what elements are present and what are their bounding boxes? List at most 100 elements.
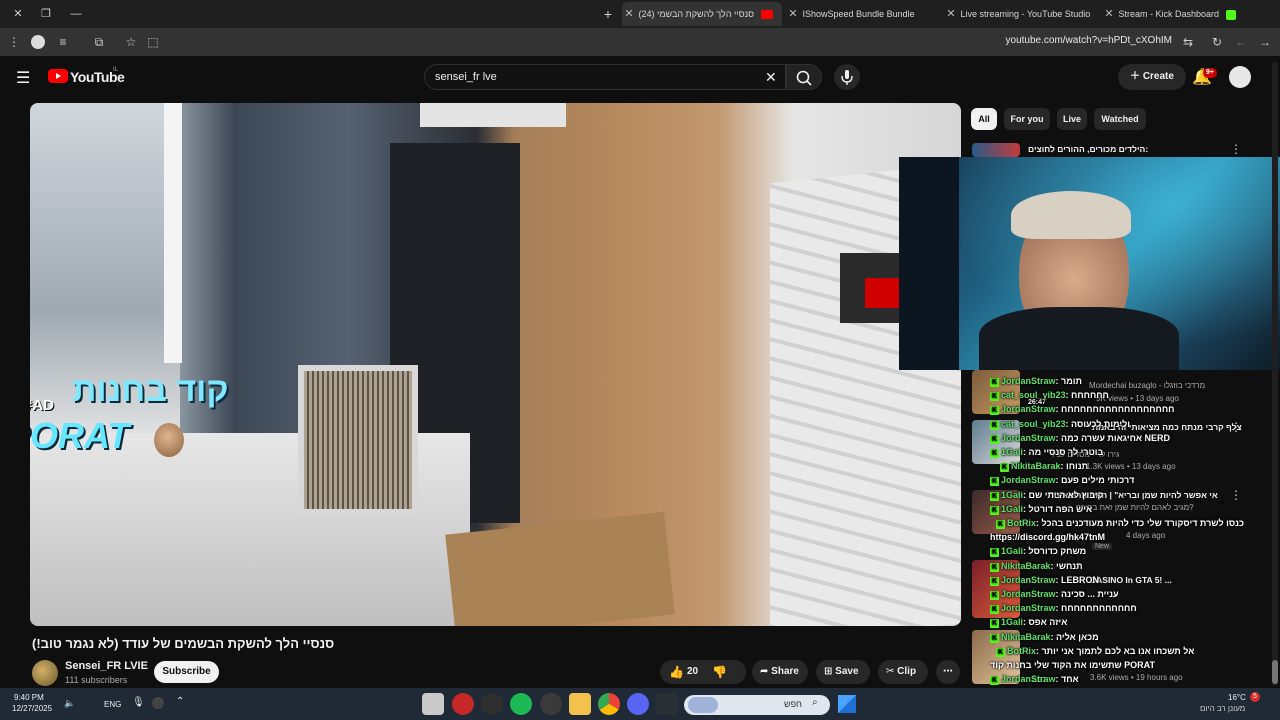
rec-title[interactable]: הילדים מכורים, ההורים לחוצים: bbox=[1028, 144, 1148, 154]
rec-thumbnail[interactable] bbox=[972, 143, 1020, 157]
create-button[interactable]: ＋ Create bbox=[1118, 64, 1186, 90]
tray-status-icon[interactable] bbox=[152, 697, 164, 709]
kick-badge-icon: K bbox=[990, 562, 999, 572]
extensions-icon[interactable]: ⧉ bbox=[91, 34, 107, 50]
close-tab-icon[interactable]: ✕ bbox=[944, 2, 958, 26]
address-bar: ⋮ ≡ ⧉ ☆ ⬚ youtube.com/watch?v=hPDt_cXOhI… bbox=[0, 28, 1280, 56]
promo-code-text: PORAT bbox=[30, 415, 130, 456]
chat-message: K JordanStraw: דרכותי מילים פעם bbox=[990, 475, 1135, 487]
reading-list-icon[interactable]: ≡ bbox=[55, 34, 71, 50]
voice-search-button[interactable] bbox=[834, 64, 860, 90]
search-icon bbox=[796, 70, 812, 86]
video-scene-cardboard bbox=[445, 511, 675, 626]
chip-for-you[interactable]: For you bbox=[1004, 108, 1050, 130]
chat-username: 1Gali bbox=[1001, 489, 1024, 500]
notification-count-badge[interactable]: 5 bbox=[1250, 692, 1260, 702]
chip-watched[interactable]: Watched bbox=[1094, 108, 1146, 130]
forward-icon[interactable]: → bbox=[1257, 34, 1273, 50]
close-tab-icon[interactable]: ✕ bbox=[786, 2, 800, 26]
steam-icon[interactable] bbox=[540, 693, 562, 715]
save-label: Save bbox=[835, 666, 859, 677]
rec-title[interactable]: CASINO In GTA 5! ... bbox=[1090, 575, 1172, 585]
spotify-icon[interactable] bbox=[510, 693, 532, 715]
chat-message: K BotRix: כנסו לשרת דיסקורד שלי כדי להיות… bbox=[996, 518, 1244, 529]
app-window-icon[interactable] bbox=[656, 693, 678, 715]
notification-badge: 9+ bbox=[1203, 68, 1217, 78]
search-input[interactable]: sensei_fr lve ✕ bbox=[424, 64, 786, 90]
windows-start-icon[interactable] bbox=[838, 695, 856, 713]
like-icon[interactable]: 👍 bbox=[669, 660, 684, 684]
dislike-icon[interactable]: 👎 bbox=[712, 660, 727, 684]
weather-temp[interactable]: 16°C bbox=[1228, 693, 1246, 702]
youtube-logo-icon[interactable] bbox=[48, 69, 68, 83]
app-red-icon[interactable] bbox=[452, 693, 474, 715]
screenshot-icon[interactable]: ⬚ bbox=[145, 34, 161, 50]
subscribe-button[interactable]: Subscribe bbox=[154, 661, 219, 683]
country-code: IL bbox=[113, 67, 119, 73]
epic-games-icon[interactable] bbox=[422, 693, 444, 715]
page-scrollbar[interactable] bbox=[1272, 62, 1278, 686]
account-avatar[interactable] bbox=[1229, 66, 1251, 88]
tab-ishowspeed[interactable]: ✕ IShowSpeed Bundle Bundle bbox=[786, 2, 932, 26]
more-actions-icon[interactable]: ⋯ bbox=[936, 660, 960, 684]
site-settings-icon[interactable]: ⇆ bbox=[1180, 34, 1196, 50]
app-dark-icon[interactable] bbox=[481, 693, 503, 715]
chat-message: Kcat_soul_yib23: ולימות לכעוסה bbox=[990, 418, 1130, 430]
kick-badge-icon: K bbox=[990, 619, 999, 629]
taskbar-search[interactable]: חפש ⌕ bbox=[684, 695, 830, 715]
rec-more-icon[interactable]: ⋮ bbox=[1230, 142, 1242, 156]
chat-username: JordanStraw bbox=[1001, 404, 1056, 415]
chrome-icon[interactable] bbox=[598, 693, 620, 715]
clip-button[interactable]: ✂ Clip bbox=[878, 660, 928, 684]
profile-icon[interactable] bbox=[31, 35, 45, 49]
tray-chevron-icon[interactable]: ⌃ bbox=[176, 696, 184, 707]
close-tab-icon[interactable]: ✕ bbox=[622, 2, 636, 26]
back-icon[interactable]: ← bbox=[1233, 34, 1249, 50]
volume-icon[interactable]: 🔈 bbox=[64, 698, 75, 709]
chip-live[interactable]: Live bbox=[1057, 108, 1087, 130]
save-button[interactable]: ⊞ Save bbox=[816, 660, 870, 684]
microphone-tray-icon[interactable]: 🎙 bbox=[132, 697, 145, 708]
chat-username: JordanStraw bbox=[1001, 674, 1056, 685]
tab-youtube-studio[interactable]: ✕ Live streaming - YouTube Studio bbox=[944, 2, 1094, 26]
close-window-icon[interactable]: ✕ bbox=[10, 6, 26, 22]
url-text[interactable]: youtube.com/watch?v=hPDt_cXOhIM bbox=[1006, 35, 1172, 46]
channel-avatar[interactable] bbox=[32, 660, 58, 686]
create-label: Create bbox=[1142, 71, 1174, 82]
clock-time[interactable]: 9:40 PM bbox=[14, 693, 44, 702]
chat-text: איש הפה דורטל bbox=[1028, 503, 1093, 514]
tab-label: (24) סנסיי הלך להשקת הבשמי bbox=[638, 9, 755, 19]
chip-all[interactable]: All bbox=[971, 108, 997, 130]
tab-kick-dashboard[interactable]: ✕ Stream - Kick Dashboard bbox=[1102, 2, 1252, 26]
discord-icon[interactable] bbox=[627, 693, 649, 715]
rec-more-icon[interactable]: ⋮ bbox=[1230, 420, 1242, 434]
clear-search-icon[interactable]: ✕ bbox=[765, 69, 777, 86]
chat-text: עניית ... סכינה bbox=[1061, 589, 1119, 599]
kick-badge-icon: K bbox=[990, 605, 999, 615]
menu-dots-icon[interactable]: ⋮ bbox=[6, 34, 22, 50]
restore-window-icon[interactable]: ❐ bbox=[38, 6, 54, 22]
weather-text: מעונן רב היום bbox=[1200, 704, 1246, 713]
tab-youtube-video[interactable]: ✕ (24) סנסיי הלך להשקת הבשמי bbox=[622, 2, 782, 26]
video-player[interactable]: קוד בחנות #AD PORAT bbox=[30, 103, 961, 626]
scrollbar-thumb[interactable] bbox=[1272, 660, 1278, 684]
bookmark-star-icon[interactable]: ☆ bbox=[123, 34, 139, 50]
close-tab-icon[interactable]: ✕ bbox=[1102, 2, 1116, 26]
chat-text: איזה אפס bbox=[1028, 617, 1068, 628]
share-button[interactable]: ➦ Share bbox=[752, 660, 808, 684]
search-button[interactable] bbox=[786, 64, 822, 90]
file-explorer-icon[interactable] bbox=[569, 693, 591, 715]
hamburger-menu-icon[interactable]: ☰ bbox=[16, 68, 30, 88]
chat-message: https://discord.gg/hk47tnM bbox=[990, 532, 1105, 542]
minimize-window-icon[interactable]: — bbox=[68, 6, 84, 22]
new-tab-icon[interactable]: + bbox=[600, 6, 616, 22]
reload-icon[interactable]: ↻ bbox=[1209, 34, 1225, 50]
chat-message: K BotRix: אל תשכחו אנו בא לכם לתמוך אני י… bbox=[996, 645, 1195, 657]
clock-date[interactable]: 12/27/2025 bbox=[12, 704, 52, 713]
kick-badge-icon: K bbox=[990, 477, 999, 487]
rec-more-icon[interactable]: ⋮ bbox=[1230, 488, 1242, 502]
chat-text: https://discord.gg/hk47tnM bbox=[990, 532, 1106, 543]
channel-name[interactable]: Sensei_FR LVIE bbox=[65, 660, 148, 672]
browser-tab-strip: ✕ ❐ — + ✕ (24) סנסיי הלך להשקת הבשמי ✕ I… bbox=[0, 0, 1280, 28]
language-indicator[interactable]: ENG bbox=[104, 700, 121, 709]
